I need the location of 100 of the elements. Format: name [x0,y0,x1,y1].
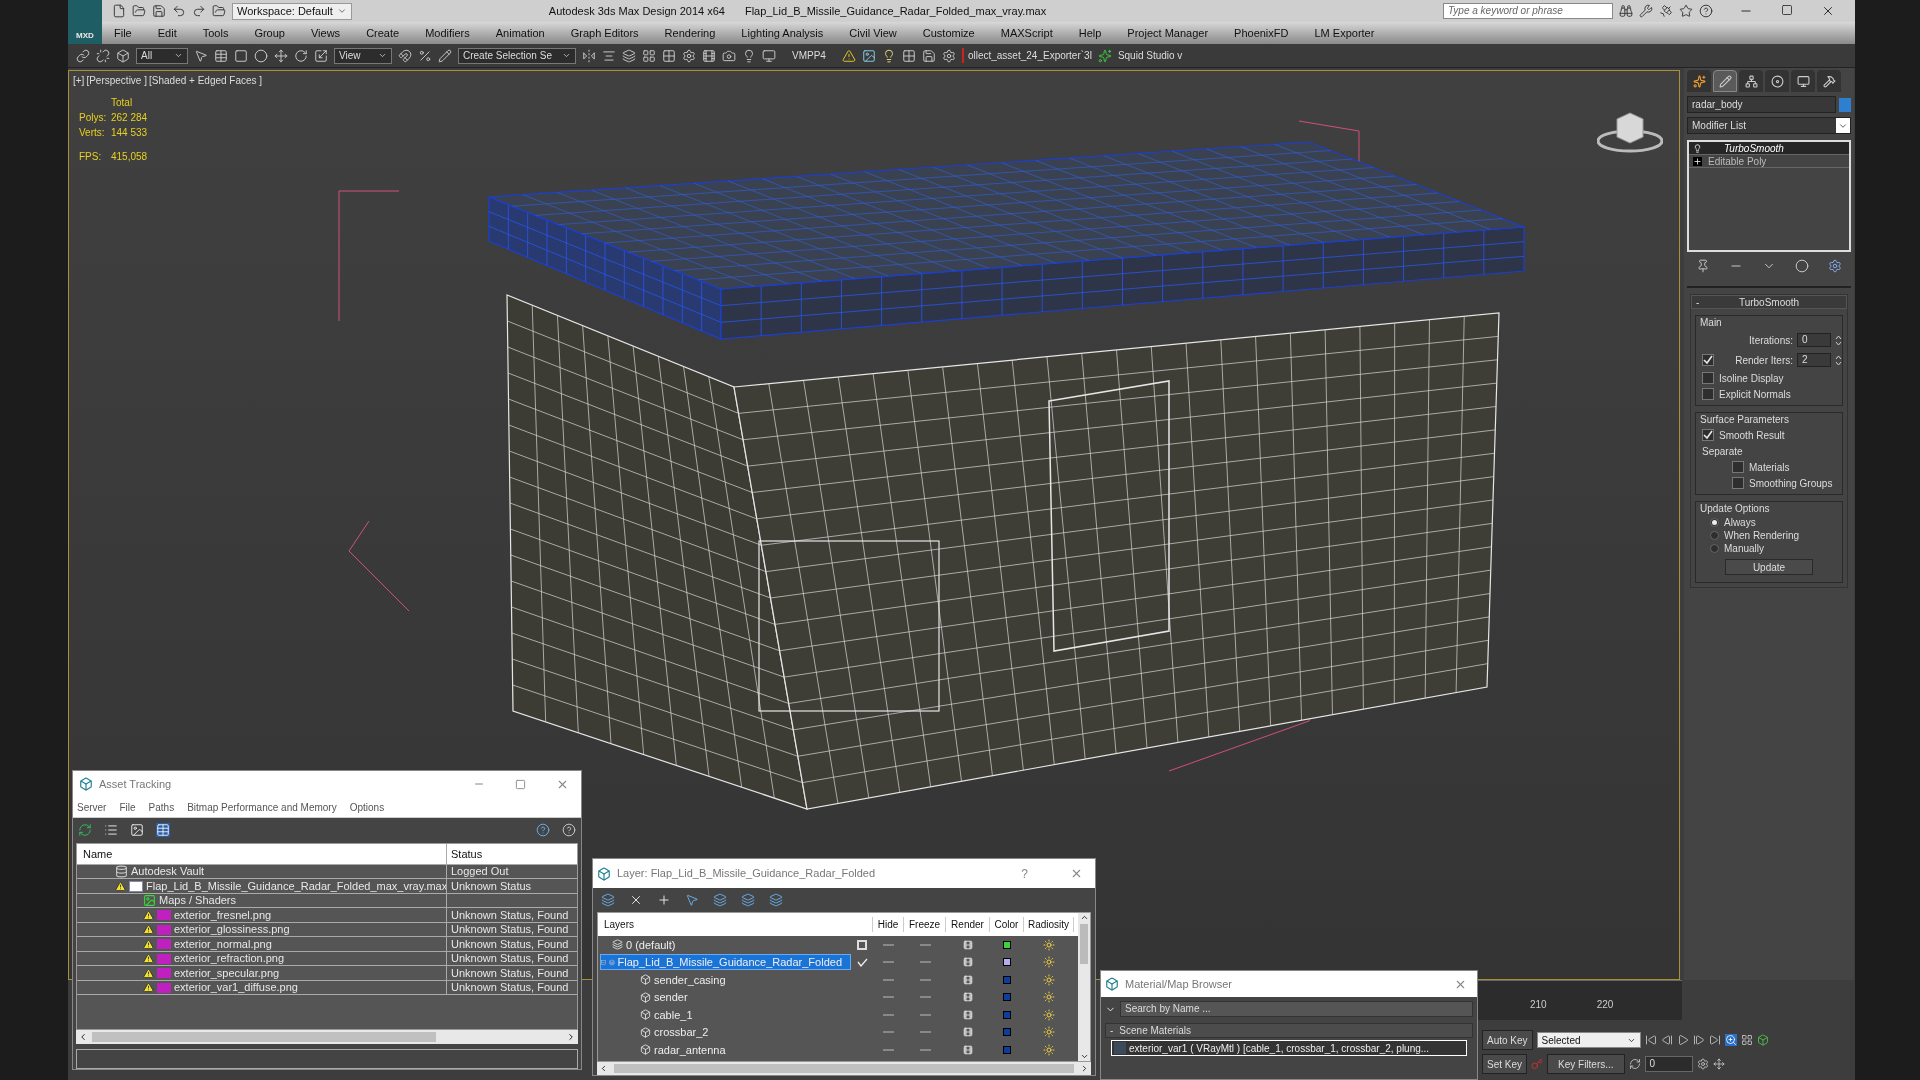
column-header[interactable]: Name [77,843,447,864]
motion-tab[interactable] [1765,70,1789,92]
menu-item[interactable]: Create [366,24,400,42]
asset-row[interactable]: exterior_specular.png Unknown Status, Found [77,966,577,981]
color-swatch[interactable] [1003,1028,1011,1037]
maximize-icon[interactable] [1781,4,1793,16]
search-field[interactable]: Search by Name ... [1120,1001,1473,1017]
menu-item[interactable]: LM Exporter [1314,24,1375,42]
redo-icon[interactable] [192,4,206,18]
monitor-icon[interactable] [762,48,776,63]
menu-item[interactable]: Help [1078,24,1102,42]
modifier-item[interactable]: Editable Poly [1689,155,1849,168]
column-header[interactable]: Freeze [904,917,946,932]
menu-item[interactable]: Edit [157,24,177,42]
new-layer-icon[interactable] [601,893,615,908]
configure-icon[interactable] [1827,259,1842,273]
go-to-end-icon[interactable] [1708,1034,1721,1046]
help-icon[interactable] [536,823,550,838]
scrollbar-thumb[interactable] [614,1064,1074,1074]
asset-name[interactable]: exterior_refraction.png [174,951,285,966]
project-folder-icon[interactable] [212,4,226,18]
color-swatch[interactable] [1003,975,1011,984]
help-button[interactable]: ? [1021,864,1028,883]
scroll-right-icon[interactable] [1080,1064,1089,1074]
menu-item[interactable]: File [119,799,136,815]
thumbnail-icon[interactable] [130,823,144,838]
close-icon[interactable] [1821,4,1835,18]
squid-studio-button[interactable]: Squid Studio v [1117,48,1183,63]
modifier-list-dropdown[interactable]: Modifier List [1687,117,1851,134]
mirror-icon[interactable] [582,48,596,63]
vertical-scrollbar[interactable] [1078,913,1090,1062]
snap-icon[interactable] [398,48,412,63]
menu-item[interactable]: Animation [495,24,545,42]
layer-manager-icon[interactable] [622,48,636,63]
expand-icon[interactable] [1693,156,1702,166]
scroll-left-icon[interactable] [599,1064,608,1074]
menu-item[interactable]: Customize [922,24,975,42]
color-swatch[interactable] [1003,1045,1011,1054]
menu-item[interactable]: Civil View [849,24,897,42]
key-mode-dropdown[interactable]: Selected [1536,1032,1641,1048]
radiosity-icon[interactable] [1043,1026,1055,1039]
checkbox[interactable] [1732,461,1744,473]
menu-item[interactable]: Tools [202,24,229,42]
caret-icon[interactable] [378,51,387,60]
scrollbar-thumb[interactable] [92,1032,436,1043]
image-icon[interactable] [861,48,876,63]
select-objects-icon[interactable] [685,893,699,908]
help-icon[interactable] [1699,4,1713,18]
go-to-start-icon[interactable] [1644,1034,1657,1046]
checkbox[interactable] [1702,429,1714,441]
link-icon[interactable] [76,48,90,63]
caret-icon[interactable] [337,6,347,16]
warning-icon[interactable] [841,48,856,63]
open-folder-icon[interactable] [132,4,146,18]
workspace-dropdown[interactable]: Workspace: Default [232,2,352,20]
scroll-right-icon[interactable] [566,1032,576,1043]
rollout-header[interactable]: - TurboSmooth [1691,295,1847,309]
layer-row[interactable]: 0 (default) [600,936,851,953]
layer-row[interactable]: Flap_Lid_B_Missile_Guidance_Radar_Folded [600,954,851,971]
lightbulb-icon[interactable] [1693,143,1702,153]
viewport-label[interactable]: [+] [73,73,85,88]
scrollbar-thumb[interactable] [1080,924,1088,964]
play-icon[interactable] [1676,1034,1689,1046]
time-config-icon[interactable] [1696,1058,1709,1070]
update-button[interactable]: Update [1725,559,1813,575]
horizontal-scrollbar[interactable] [76,1030,578,1045]
checkbox[interactable] [1702,372,1714,384]
modifier-item[interactable]: TurboSmooth [1689,142,1849,155]
menu-item[interactable]: Modifiers [425,24,470,42]
menu-item[interactable]: Rendering [664,24,716,42]
asset-name[interactable]: Maps / Shaders [159,893,237,908]
checkbox[interactable] [1702,388,1714,400]
radio-button[interactable] [1710,518,1719,527]
selection-filter-dropdown[interactable]: All [136,47,188,64]
spinner-field[interactable]: 0 [1797,333,1831,347]
column-header[interactable]: Status [447,843,577,864]
align-icon[interactable] [602,48,616,63]
current-layer-check-icon[interactable] [856,957,868,967]
gear-icon[interactable] [941,48,956,63]
column-header[interactable]: Layers [598,917,873,932]
grid-icon[interactable] [901,48,916,63]
color-swatch[interactable] [1003,940,1011,949]
radio-button[interactable] [1710,531,1719,540]
maximize-icon[interactable] [515,778,526,790]
checkbox[interactable] [1702,354,1714,366]
caret-icon[interactable] [174,51,183,60]
asset-name[interactable]: exterior_var1_diffuse.png [174,980,298,995]
column-header[interactable]: Render [946,917,990,932]
star-icon[interactable] [1679,4,1693,18]
scroll-left-icon[interactable] [78,1032,88,1043]
list-icon[interactable] [104,823,118,838]
spinner-field[interactable]: 2 [1797,353,1831,367]
caret-icon[interactable] [562,51,571,60]
sparkle-icon[interactable] [1097,48,1112,63]
object-name-field[interactable]: radar_body [1687,96,1836,113]
menu-item[interactable]: MAXScript [1000,24,1053,42]
asset-name[interactable]: Autodesk Vault [131,864,205,879]
next-frame-icon[interactable] [1692,1034,1705,1046]
add-icon[interactable] [657,893,671,908]
radiosity-icon[interactable] [1043,1043,1055,1056]
